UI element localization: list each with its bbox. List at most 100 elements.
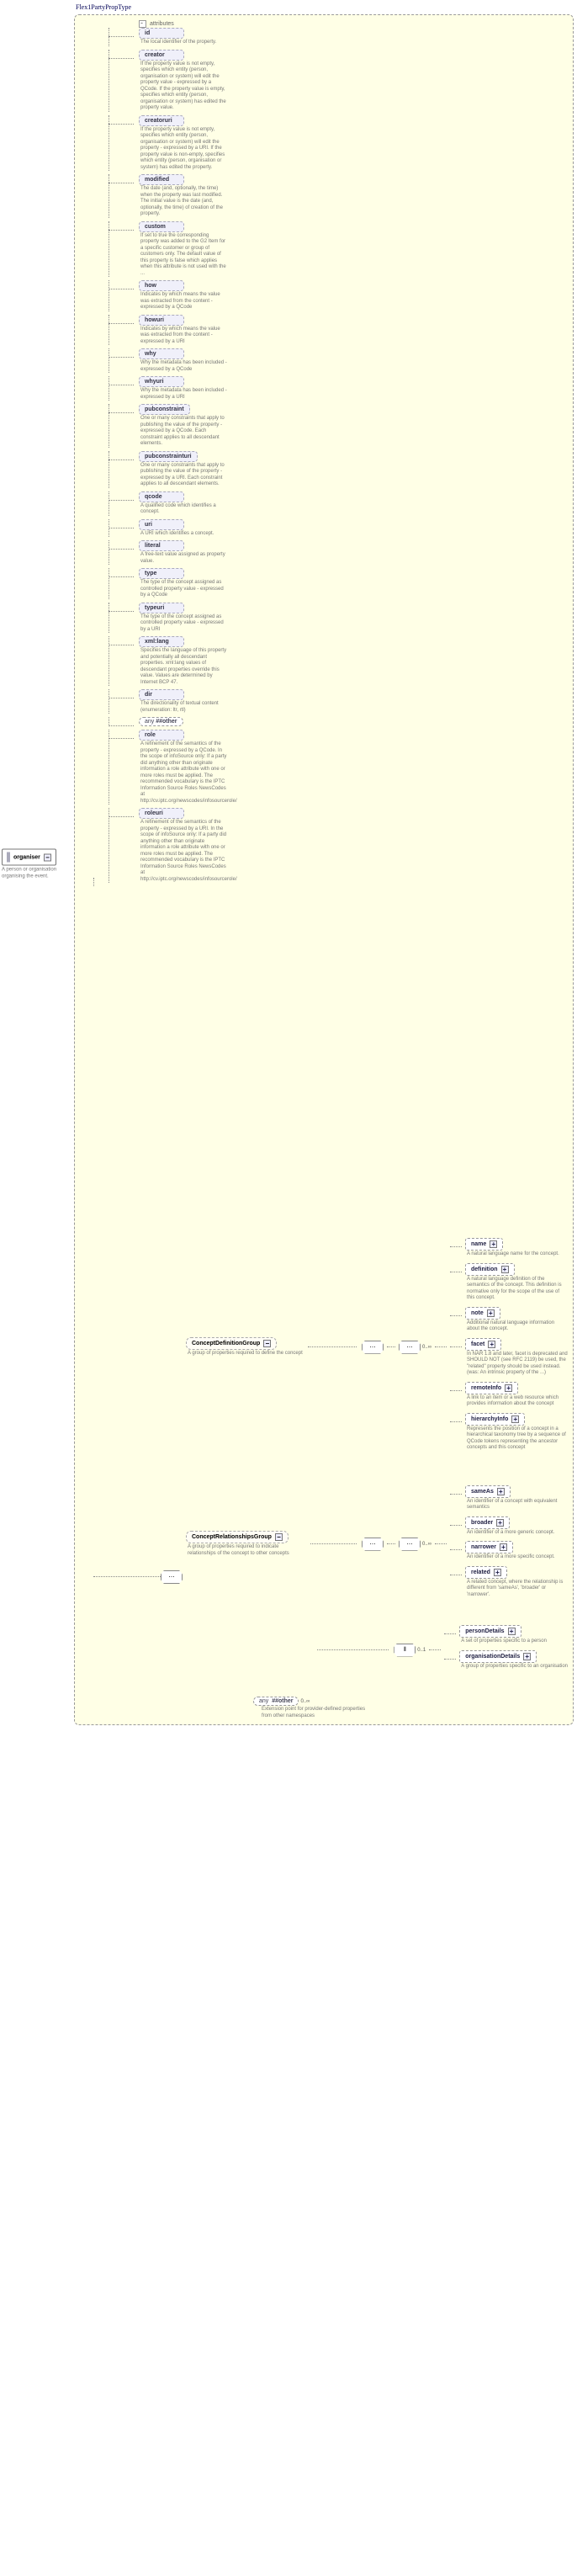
choice-row: ⫴ 0..1 personDetails+ A set of propertie… [186,1625,568,1675]
elem-name[interactable]: name+ [465,1238,503,1251]
attr-dir: dir [139,689,184,700]
attr-desc: A free-text value assigned as property v… [140,552,228,565]
expand-icon[interactable]: + [496,1519,504,1527]
concept-relationships-group-row: ConceptRelationshipsGroup − A group of p… [186,1485,568,1604]
attribute-row: creatoruri If the property value is not … [80,115,568,172]
attr-creatoruri: creatoruri [139,115,184,126]
attribute-row: custom If set to true the corresponding … [80,221,568,278]
cardinality: 0..∞ [300,1699,310,1704]
attribute-row: modified The date (and, optionally, the … [80,174,568,218]
attr-uri: uri [139,519,184,530]
attributes-header[interactable]: attributes [139,20,568,28]
elem-desc: Additional natural language information … [467,1320,568,1333]
attr-desc: Indicates by which means the value was e… [140,292,228,311]
elem-broader[interactable]: broader+ [465,1516,510,1529]
elem-facet[interactable]: facet+ [465,1338,501,1351]
attribute-row: typeuri The type of the concept assigned… [80,603,568,634]
attr-qcode: qcode [139,491,184,502]
attr-desc: A URI which identifies a concept. [140,531,228,538]
expand-icon[interactable]: + [490,1240,497,1248]
element-row: name+ A natural language name for the co… [450,1238,568,1258]
attr-desc: The local identifier of the property. [140,40,228,46]
group-desc: A group of properties required to indica… [188,1544,305,1557]
attribute-row: any ##other [80,717,568,726]
root-desc: A person or organisation organising the … [2,868,61,880]
elem-definition[interactable]: definition+ [465,1263,515,1276]
type-container: attributes id The local identifier of th… [74,14,574,1725]
element-row: remoteInfo+ A link to an item or a web r… [450,1382,568,1408]
expand-icon[interactable]: + [505,1384,512,1392]
expand-icon[interactable]: + [511,1415,519,1423]
elem-desc: A natural language definition of the sem… [467,1277,568,1302]
elem-organisationDetails[interactable]: organisationDetails+ [459,1650,537,1663]
element-row: facet+ In NAR 1.8 and later, facet is de… [450,1338,568,1377]
elem-desc: An identifier of a more specific concept… [467,1554,555,1561]
elem-desc: An identifier of a more generic concept. [467,1530,554,1537]
attr-desc: One or many constraints that apply to pu… [140,463,228,488]
attr-modified: modified [139,174,184,185]
attr-how: how [139,280,184,291]
attr-creator: creator [139,50,184,61]
elem-sameAs[interactable]: sameAs+ [465,1485,511,1498]
collapse-icon[interactable]: − [263,1340,271,1347]
elem-desc: A group of properties specific to an org… [461,1664,568,1670]
elem-personDetails[interactable]: personDetails+ [459,1625,521,1638]
attr-desc: Why the metadata has been included - exp… [140,360,228,373]
elem-narrower[interactable]: narrower+ [465,1541,513,1554]
attr-desc: The date (and, optionally, the time) whe… [140,186,228,218]
any-element: any ##other [253,1697,299,1706]
collapse-icon[interactable]: − [275,1533,283,1541]
element-row: sameAs+ An identifier of a concept with … [450,1485,568,1511]
attribute-row: role A refinement of the semantics of th… [80,730,568,805]
elem-remoteInfo[interactable]: remoteInfo+ [465,1382,518,1394]
attribute-row: id The local identifier of the property. [80,28,568,46]
attr-typeuri: typeuri [139,603,184,613]
attr-desc: Specifies the language of this property … [140,648,228,686]
elem-desc: Represents the position of a concept in … [467,1426,568,1452]
organiser-element[interactable]: organiser − [2,849,56,866]
collapse-icon[interactable]: − [44,853,51,861]
elem-hierarchyInfo[interactable]: hierarchyInfo+ [465,1413,525,1426]
cardinality: 0..1 [417,1648,426,1653]
elem-related[interactable]: related+ [465,1566,507,1579]
expand-icon[interactable]: + [494,1569,501,1576]
concept-relationships-group[interactable]: ConceptRelationshipsGroup − [186,1531,288,1543]
attribute-row: roleuri A refinement of the semantics of… [80,808,568,883]
attr-id: id [139,28,184,39]
attr-desc: Indicates by which means the value was e… [140,327,228,346]
any-desc: Extension point for provider-defined pro… [262,1707,371,1719]
attribute-row: pubconstraint One or many constraints th… [80,404,568,448]
expand-icon[interactable]: + [488,1341,495,1348]
concept-definition-group-row: ConceptDefinitionGroup − A group of prop… [186,1238,568,1457]
attr-whyuri: whyuri [139,376,184,387]
attr-custom: custom [139,221,184,232]
attr-role: role [139,730,184,741]
expand-icon[interactable]: + [487,1309,495,1317]
elem-note[interactable]: note+ [465,1307,500,1320]
expand-icon[interactable]: + [523,1653,531,1660]
expand-icon[interactable]: + [508,1628,516,1635]
sequence-connector-icon: ⋯ [399,1538,421,1551]
attribute-row: qcode A qualified code which identifies … [80,491,568,516]
expand-icon[interactable]: + [501,1266,509,1273]
attribute-row: pubconstrainturi One or many constraints… [80,451,568,488]
elem-desc: An identifier of a concept with equivale… [467,1499,568,1511]
sequence-connector-icon: ⋯ [362,1341,384,1354]
choice-connector-icon: ⫴ [394,1644,416,1657]
attr-howuri: howuri [139,315,184,326]
collapse-icon[interactable] [139,20,146,28]
any-row: any ##other 0..∞ [186,1697,568,1706]
attribute-row: dir The directionality of textual conten… [80,689,568,714]
element-row: related+ A related concept, where the re… [450,1566,568,1599]
root-label: organiser [13,854,40,860]
attribute-row: literal A free-text value assigned as pr… [80,540,568,565]
expand-icon[interactable]: + [500,1543,507,1551]
attr-desc: If the property value is not empty, spec… [140,127,228,172]
cardinality: 0..∞ [422,1345,431,1350]
type-title[interactable]: Flex1PartyPropType [76,3,577,11]
attr-desc: A qualified code which identifies a conc… [140,503,228,516]
attr-desc: The type of the concept assigned as cont… [140,580,228,599]
expand-icon[interactable]: + [497,1488,505,1495]
concept-definition-group[interactable]: ConceptDefinitionGroup − [186,1337,277,1350]
element-row: definition+ A natural language definitio… [450,1263,568,1302]
